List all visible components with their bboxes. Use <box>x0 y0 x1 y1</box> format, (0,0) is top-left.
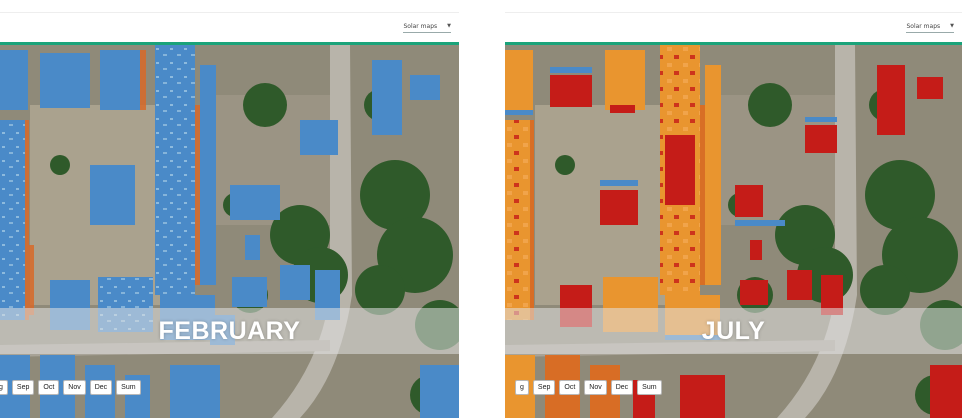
chevron-down-icon: ▼ <box>950 23 954 29</box>
month-button-nov[interactable]: Nov <box>63 380 86 395</box>
map-toolbar: Solar maps ▼ <box>0 0 459 45</box>
month-button-oct[interactable]: Oct <box>559 380 581 395</box>
month-button-dec[interactable]: Dec <box>89 380 113 395</box>
layer-select[interactable]: Solar maps ▼ <box>403 20 451 33</box>
month-button-sum[interactable]: Sum <box>637 380 662 395</box>
month-overlay: FEBRUARY <box>0 308 459 354</box>
month-selector: g Sep Oct Nov Dec Sum <box>515 380 662 395</box>
chevron-down-icon: ▼ <box>447 23 451 29</box>
month-button-partial[interactable]: g <box>0 380 8 395</box>
month-overlay: JULY <box>505 308 962 354</box>
month-button-oct[interactable]: Oct <box>38 380 60 395</box>
month-button-sum[interactable]: Sum <box>116 380 141 395</box>
month-button-sep[interactable]: Sep <box>11 380 35 395</box>
layer-select[interactable]: Solar maps ▼ <box>906 20 954 33</box>
month-label: FEBRUARY <box>158 316 301 345</box>
layer-select-value: Solar maps <box>403 22 438 30</box>
solar-map-july[interactable] <box>505 45 962 418</box>
layer-select-value: Solar maps <box>906 22 941 30</box>
month-label: JULY <box>701 316 766 345</box>
month-selector: g Sep Oct Nov Dec Sum <box>0 380 141 395</box>
month-button-nov[interactable]: Nov <box>584 380 607 395</box>
map-panel-july: Solar maps ▼ JULY g Sep Oct Nov Dec Sum <box>505 0 962 418</box>
map-panel-february: Solar maps ▼ FEBRUARY g Sep Oct Nov Dec … <box>0 0 459 418</box>
solar-map-february[interactable] <box>0 45 459 418</box>
month-button-sep[interactable]: Sep <box>532 380 556 395</box>
month-button-partial[interactable]: g <box>515 380 529 395</box>
month-button-dec[interactable]: Dec <box>610 380 634 395</box>
map-toolbar: Solar maps ▼ <box>505 0 962 45</box>
